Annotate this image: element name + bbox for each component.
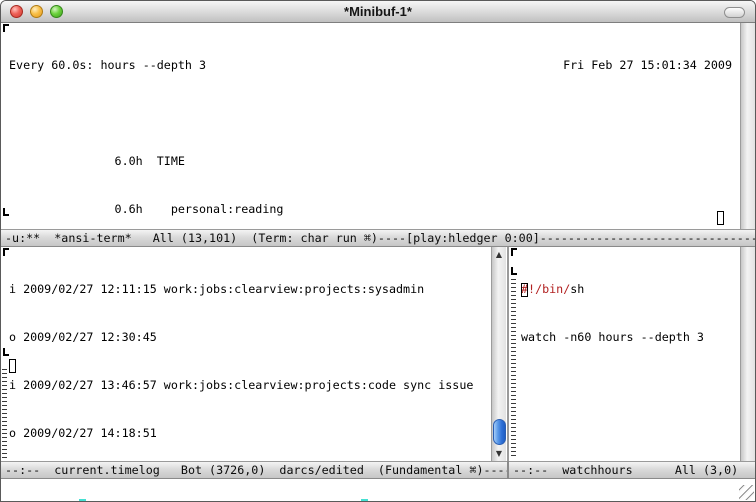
window-watchhours[interactable]: #!/bin/sh watch -n60 hours --depth 3 <box>509 247 755 461</box>
shebang-line: #!/bin/sh <box>521 281 736 297</box>
timelog-line: i 2009/02/27 13:46:57 work:jobs:clearvie… <box>9 377 487 393</box>
timelog-line: o 2009/02/27 14:18:51 <box>9 425 487 441</box>
buffer-end-indicator-icon <box>511 267 517 275</box>
window-ansi-term[interactable]: Every 60.0s: hours --depth 3 Fri Feb 27 … <box>1 23 755 229</box>
shebang-comment: #!/bin/ <box>521 282 570 296</box>
window-title: *Minibuf-1* <box>1 4 755 19</box>
modeline-ansi-term[interactable]: -u:** *ansi-term* All (13,101) (Term: ch… <box>1 229 755 247</box>
buffer-end-indicator-icon <box>3 208 9 216</box>
zoom-button-icon[interactable] <box>50 5 63 18</box>
empty-line-marks-icon <box>2 369 7 459</box>
minibuffer[interactable]: Redo: (ansi-term "/Users/simon/bin/watch… <box>1 479 755 501</box>
empty-line-marks-icon <box>511 279 516 459</box>
modeline-current-timelog[interactable]: --:-- current.timelog Bot (3726,0) darcs… <box>1 461 507 479</box>
report-line: 0.6h personal:reading <box>9 201 732 217</box>
text-cursor <box>521 283 528 297</box>
buffer-end-indicator-icon <box>3 348 9 356</box>
scrollbar-thumb[interactable] <box>493 419 506 445</box>
watch-command-text: Every 60.0s: hours --depth 3 <box>9 57 206 73</box>
timelog-line: o 2009/02/27 12:30:45 <box>9 329 487 345</box>
scrollbar-track[interactable] <box>740 23 755 229</box>
scroll-up-icon[interactable]: ▲ <box>492 247 506 262</box>
window-buttons <box>10 5 63 18</box>
text-cursor <box>9 359 16 373</box>
script-text: #!/bin/sh watch -n60 hours --depth 3 <box>509 247 740 461</box>
scrollbar-track[interactable]: ▲ ▼ <box>491 247 506 461</box>
toolbar-toggle-button[interactable] <box>724 7 745 18</box>
modeline-watchhours[interactable]: --:-- watchhours All (3,0) <box>509 461 755 479</box>
close-button-icon[interactable] <box>10 5 23 18</box>
watch-timestamp: Fri Feb 27 15:01:34 2009 <box>563 57 732 73</box>
script-line: watch -n60 hours --depth 3 <box>521 329 736 345</box>
timelog-text: i 2009/02/27 12:11:15 work:jobs:clearvie… <box>1 247 491 461</box>
resize-grip-icon[interactable] <box>739 485 754 500</box>
terminal-cursor <box>717 211 724 225</box>
report-line: 6.0h TIME <box>9 153 732 169</box>
scrollbar-track[interactable] <box>740 247 755 461</box>
titlebar[interactable]: *Minibuf-1* <box>1 1 755 23</box>
scroll-down-icon[interactable]: ▼ <box>492 446 506 461</box>
window-current-timelog[interactable]: i 2009/02/27 12:11:15 work:jobs:clearvie… <box>1 247 507 461</box>
emacs-window: *Minibuf-1* Every 60.0s: hours --depth 3… <box>0 0 756 502</box>
minimize-button-icon[interactable] <box>30 5 43 18</box>
terminal-output: Every 60.0s: hours --depth 3 Fri Feb 27 … <box>1 23 740 229</box>
timelog-line: i 2009/02/27 12:11:15 work:jobs:clearvie… <box>9 281 487 297</box>
shebang-interpreter: sh <box>570 282 584 296</box>
